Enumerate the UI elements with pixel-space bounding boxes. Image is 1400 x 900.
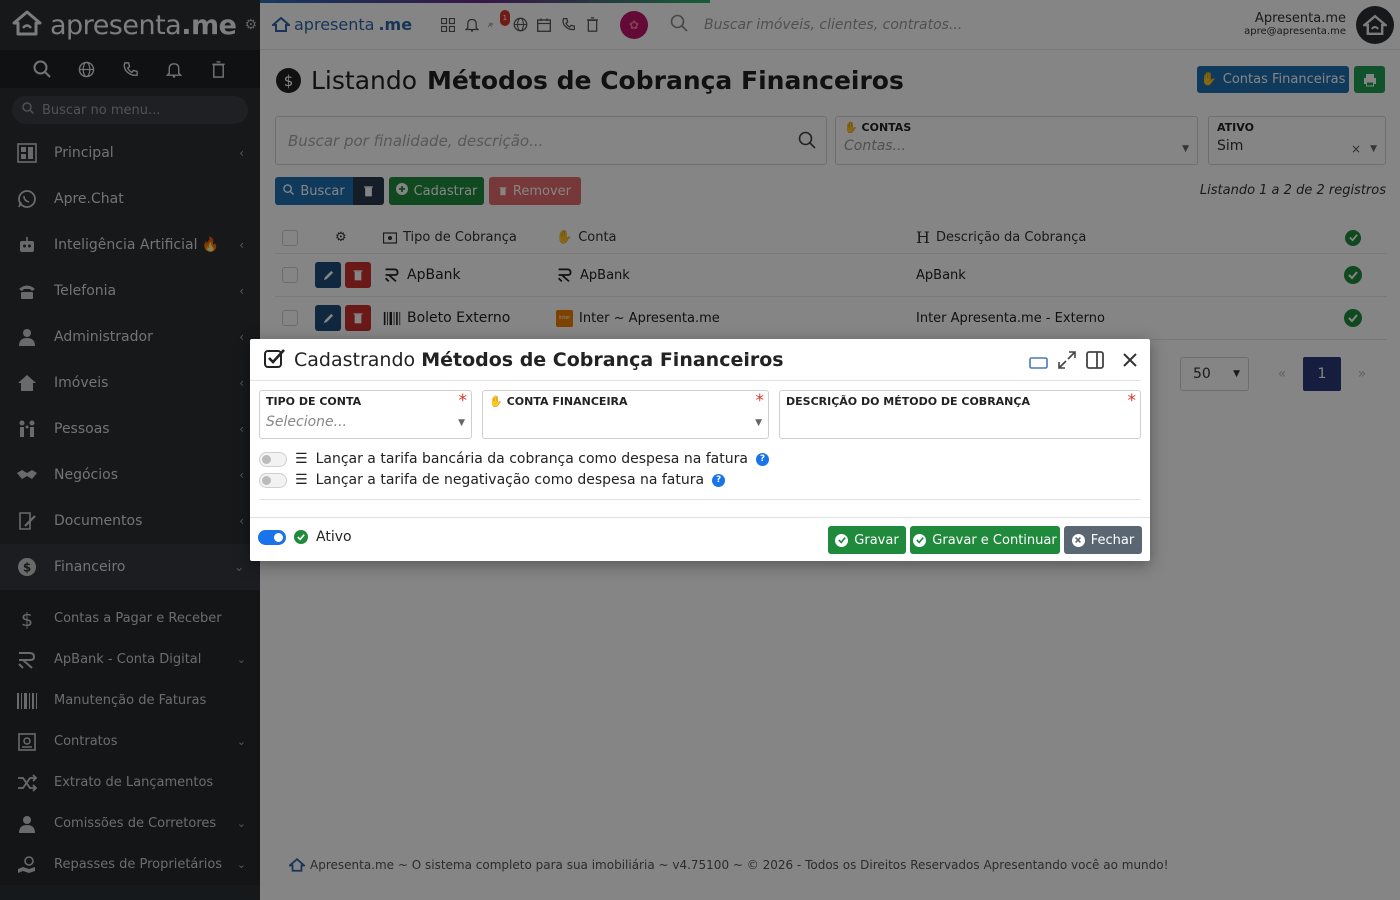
required-asterisk: * (755, 391, 765, 411)
modal-header: Cadastrando Métodos de Cobrança Financei… (250, 339, 1141, 381)
descricao-metodo-input[interactable]: DESCRIÇÃO DO MÉTODO DE COBRANÇA * (779, 390, 1141, 439)
required-asterisk: * (1127, 391, 1137, 411)
expand-icon[interactable] (1058, 351, 1076, 373)
check-square-icon (264, 348, 286, 372)
tarifa-negativacao-label: Lançar a tarifa de negativação como desp… (315, 472, 705, 488)
close-circle-icon (1071, 533, 1085, 547)
check-circle-icon (913, 533, 927, 547)
descricao-metodo-label: DESCRIÇÃO DO MÉTODO DE COBRANÇA (786, 395, 1030, 408)
fechar-button[interactable]: Fechar (1064, 526, 1142, 554)
tipo-conta-label: TIPO DE CONTA (266, 395, 362, 408)
ativo-toggle-row: Ativo (258, 529, 352, 545)
modal-title: Cadastrando Métodos de Cobrança Financei… (294, 348, 784, 371)
list-check-icon: ☰ (295, 451, 308, 467)
check-circle-icon (294, 530, 308, 544)
tarifa-bancaria-toggle[interactable] (259, 451, 287, 467)
split-panel-icon[interactable] (1086, 351, 1104, 373)
ativo-label: Ativo (316, 529, 352, 545)
help-icon[interactable]: ? (712, 473, 726, 487)
caret-down-icon: ▼ (458, 418, 465, 428)
list-check-icon: ☰ (295, 472, 308, 488)
toggle-row-tarifa-negativacao: ☰ Lançar a tarifa de negativação como de… (259, 472, 726, 488)
tarifa-negativacao-toggle[interactable] (259, 472, 287, 488)
tarifa-bancaria-label: Lançar a tarifa bancária da cobrança com… (315, 451, 748, 467)
cadastro-modal: Cadastrando Métodos de Cobrança Financei… (250, 339, 1150, 561)
modal-footer: Ativo Gravar Gravar e Continuar Fechar (250, 517, 1150, 561)
modal-divider (259, 499, 1141, 500)
piggy-icon: ✋ (489, 395, 503, 408)
fechar-label: Fechar (1090, 532, 1135, 548)
check-circle-icon (835, 533, 849, 547)
gravar-continuar-button[interactable]: Gravar e Continuar (910, 526, 1060, 554)
gravar-button[interactable]: Gravar (828, 526, 906, 554)
toggle-row-tarifa-bancaria: ☰ Lançar a tarifa bancária da cobrança c… (259, 451, 769, 467)
caret-down-icon: ▼ (755, 418, 762, 428)
close-icon[interactable] (1122, 352, 1138, 372)
restore-window-icon[interactable] (1029, 356, 1048, 369)
conta-financeira-select[interactable]: ✋ CONTA FINANCEIRA * ▼ (482, 390, 769, 439)
gravar-continuar-label: Gravar e Continuar (932, 532, 1057, 548)
required-asterisk: * (458, 391, 468, 411)
modal-controls (1029, 351, 1138, 373)
tipo-conta-placeholder: Selecione... (266, 414, 347, 430)
help-icon[interactable]: ? (755, 452, 769, 466)
gravar-label: Gravar (854, 532, 899, 548)
ativo-toggle[interactable] (258, 529, 286, 545)
tipo-conta-select[interactable]: TIPO DE CONTA * Selecione... ▼ (259, 390, 472, 439)
conta-financeira-label: ✋ CONTA FINANCEIRA (489, 395, 628, 408)
